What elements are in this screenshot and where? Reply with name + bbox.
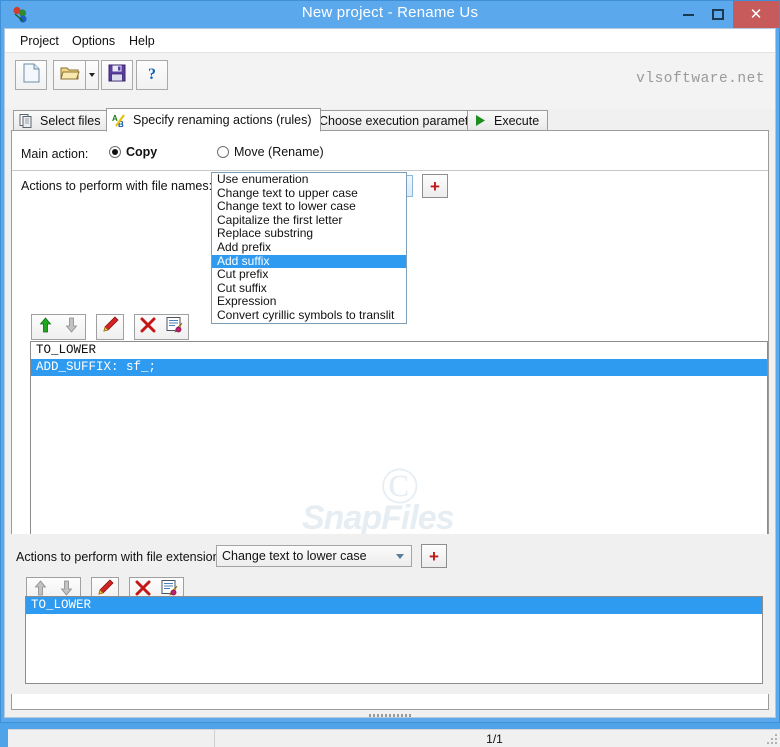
tab-label: Execute [494,113,540,128]
open-dropdown-button[interactable] [85,60,99,90]
file-extensions-actions-label: Actions to perform with file extensions: [16,550,230,564]
status-pane-counter: 1/1 [214,730,774,747]
tab-execute[interactable]: Execute [467,110,549,131]
add-file-extension-rule-button[interactable]: + [421,544,447,568]
chevron-down-icon [396,554,404,559]
plus-icon: + [430,176,440,196]
floppy-disk-icon [108,64,126,87]
new-project-button[interactable] [15,60,47,90]
minimize-button[interactable] [673,1,703,28]
brand-label: vlsoftware.net [636,71,765,87]
application-window: New project - Rename Us ✕ Project Option… [0,0,780,747]
minimize-icon [682,13,694,16]
dropdown-item[interactable]: Change text to lower case [212,200,406,214]
status-pane-left [8,730,213,747]
chevron-down-icon [89,73,95,77]
dropdown-item[interactable]: Convert cyrillic symbols to translit [212,308,406,323]
client-area: Project Options Help ? vlsoftware.net Se… [4,28,780,747]
save-project-button[interactable] [101,60,133,90]
delete-rule-button[interactable] [134,314,162,340]
window-title: New project - Rename Us [301,4,479,21]
main-action-label: Main action: [21,147,89,161]
open-project-button[interactable] [53,60,85,90]
ab-letters-icon: A B [112,113,127,129]
tab-label: Choose execution parameters [319,113,486,128]
file-names-action-dropdown-list[interactable]: Use enumeration Change text to upper cas… [211,172,407,324]
dropdown-item[interactable]: Capitalize the first letter [212,213,406,228]
radio-copy[interactable]: Copy [109,145,157,159]
menu-bar: Project Options Help [5,29,775,53]
move-down-button[interactable] [58,314,86,340]
close-button[interactable]: ✕ [733,1,779,28]
tab-select-files[interactable]: Select files [13,110,110,131]
panel-splitter[interactable] [11,712,769,719]
status-bar: 1/1 [8,729,780,747]
play-triangle-icon [473,113,488,128]
tab-label: Specify renaming actions (rules) [133,113,312,127]
edit-document-icon [166,316,184,339]
add-file-name-rule-button[interactable]: + [422,174,448,198]
menu-project[interactable]: Project [15,33,64,49]
title-bar: New project - Rename Us ✕ [1,1,779,28]
red-x-icon [140,317,156,338]
file-extensions-rules-list[interactable]: TO_LOWER [25,596,763,684]
dropdown-item[interactable]: Cut prefix [212,268,406,282]
edit-properties-button[interactable] [161,314,189,340]
resize-grip-icon[interactable] [766,734,778,746]
plus-icon: + [429,546,439,566]
file-extensions-panel: Actions to perform with file extensions:… [11,534,769,694]
file-names-rule-toolbar [31,314,201,340]
maximize-button[interactable] [703,1,733,28]
tab-strip: Select files A B Specify renaming action… [5,108,775,132]
open-folder-icon [59,65,80,86]
dropdown-item[interactable]: Replace substring [212,227,406,241]
list-item[interactable]: TO_LOWER [31,342,767,359]
dropdown-item[interactable]: Add prefix [212,240,406,255]
dropdown-item[interactable]: Cut suffix [212,281,406,296]
separator [12,170,768,171]
radio-move-rename[interactable]: Move (Rename) [217,145,324,159]
tab-choose-execution-parameters[interactable]: Choose execution parameters [292,110,495,131]
edit-rule-button[interactable] [96,314,124,340]
new-document-icon [23,63,40,88]
tab-specify-renaming-actions[interactable]: A B Specify renaming actions (rules) [106,108,321,132]
file-extensions-action-select[interactable]: Change text to lower case [216,545,412,567]
close-icon: ✕ [749,6,763,23]
pen-icon [101,315,119,339]
radio-selected-icon [109,146,121,158]
list-item[interactable]: TO_LOWER [26,597,762,614]
tool-bar: ? vlsoftware.net [5,53,775,109]
dropdown-item[interactable]: Use enumeration [212,172,406,187]
arrow-up-icon [39,316,52,338]
files-icon [19,113,34,128]
splitter-grip-icon [369,714,411,717]
dropdown-item[interactable]: Change text to upper case [212,186,406,201]
radio-unselected-icon [217,146,229,158]
help-button[interactable]: ? [136,60,168,90]
tab-label: Select files [40,113,101,128]
dropdown-item[interactable]: Expression [212,295,406,309]
maximize-icon [712,9,724,20]
menu-help[interactable]: Help [124,33,160,49]
move-up-button[interactable] [31,314,59,340]
radio-move-label: Move (Rename) [234,145,324,159]
menu-options[interactable]: Options [67,33,120,49]
dropdown-item-selected[interactable]: Add suffix [212,254,406,269]
arrow-down-icon [65,317,78,338]
file-extensions-action-value: Change text to lower case [222,549,367,563]
question-mark-icon: ? [148,66,156,83]
file-names-actions-label: Actions to perform with file names: [21,179,213,193]
radio-copy-label: Copy [126,145,158,159]
list-item[interactable]: ADD_SUFFIX: sf_; [31,359,767,376]
